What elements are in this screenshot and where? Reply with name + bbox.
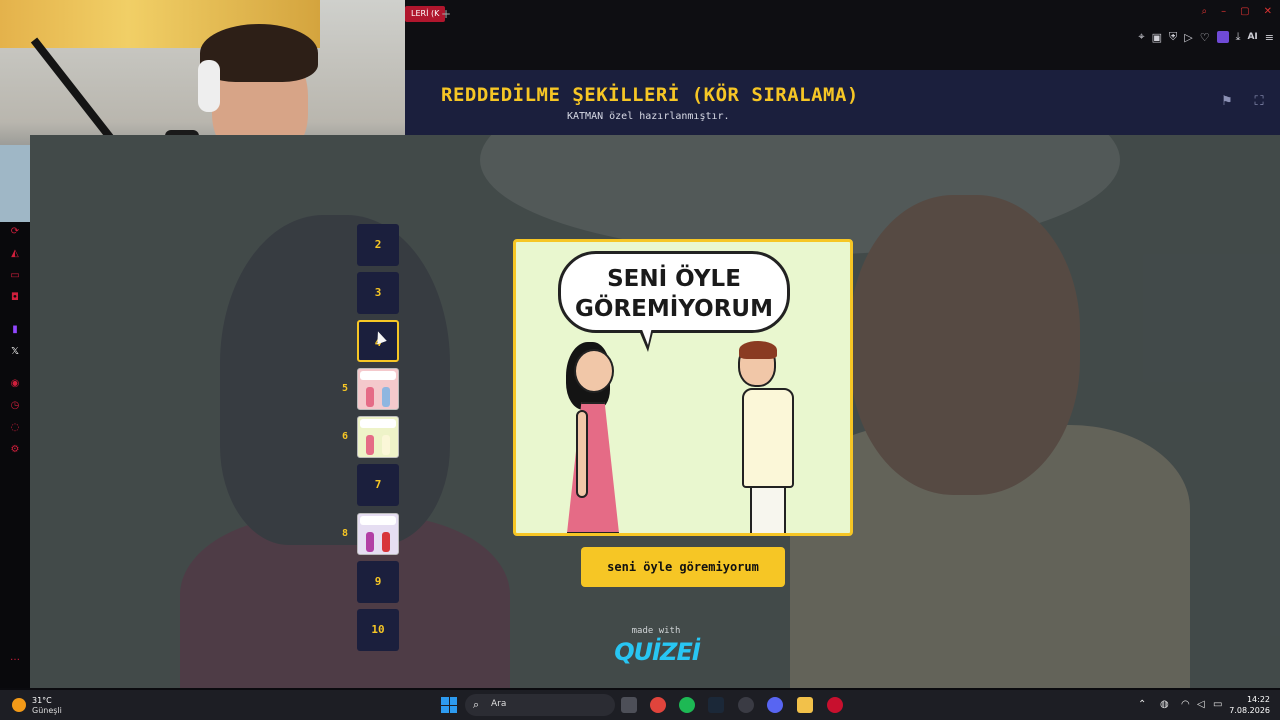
man-pants [750,486,786,533]
player-icon[interactable]: ◉ [9,378,21,390]
thumb-bubble [360,516,396,525]
thumb-man [382,532,390,552]
speech-bubble: SENİ ÖYLE GÖREMİYORUM [558,251,790,333]
rank-slot-9[interactable]: 9 [357,561,399,603]
clock-date[interactable]: 7.08.2026 [1229,706,1270,715]
search-icon[interactable]: ⌕ [1202,6,1208,17]
rank-slot-8[interactable] [357,513,399,555]
folder-icon[interactable] [797,697,813,713]
volume-icon[interactable]: ◁ [1197,699,1205,710]
download-icon[interactable]: ⤓ [1236,30,1241,44]
extension-icon[interactable] [1216,31,1229,43]
rank-number-8: 8 [341,528,349,539]
page-title: REDDEDİLME ŞEKİLLERİ (KÖR SIRALAMA) [441,84,859,106]
ai-button[interactable]: AI [1247,32,1257,42]
browser-sidebar: ⟳ ◭ ▭ ◘ ▮ 𝕏 ◉ ◷ ◌ ⚙ … [0,222,30,688]
settings-icon[interactable]: ⚙ [9,444,21,456]
steam-icon[interactable] [708,697,724,713]
rank-slot-6[interactable] [357,416,399,458]
rank-slot-2[interactable]: 2 [357,224,399,266]
x-icon[interactable]: 𝕏 [9,346,21,358]
twitch-icon[interactable]: ▮ [9,324,21,336]
play-icon[interactable]: ▷ [1184,31,1192,44]
more-icon[interactable]: … [9,652,21,664]
weather-sun-icon[interactable] [12,698,26,712]
weather-temp: 31°C [32,696,52,705]
bubble-icon[interactable]: ◌ [9,422,21,434]
search-icon: ⌕ [473,698,480,711]
minimize-icon[interactable]: – [1221,6,1226,17]
rank-slot-5[interactable] [357,368,399,410]
speech-text: SENİ ÖYLE GÖREMİYORUM [575,266,773,322]
taskbar: 31°C Güneşli ⌕ Ara ⌃ ◍ ◠ ◁ ▭ 14:22 7.08.… [0,690,1280,720]
thumb-man [382,387,390,407]
task-view-icon[interactable] [621,697,637,713]
headphone [198,60,220,112]
screen: LERİ (K + ⌕ – ▢ ✕ ⌖ ▣ ⛨ ▷ ♡ ⤓ AI ≡ ⟳ ◭ ▭… [0,0,1280,720]
quiz-header: REDDEDİLME ŞEKİLLERİ (KÖR SIRALAMA) KATM… [405,70,1280,135]
wifi-icon[interactable]: ◠ [1181,699,1190,710]
thumb-woman [366,435,374,455]
rank-number-5: 5 [341,383,349,394]
messenger-icon[interactable]: ◘ [9,292,21,304]
discord-icon[interactable] [767,697,783,713]
man-hair [739,341,777,359]
screenshot-icon[interactable]: ▣ [1152,31,1162,44]
rank-slot-10[interactable]: 10 [357,609,399,651]
spotify-icon[interactable] [679,697,695,713]
opera-gx-icon[interactable] [827,697,843,713]
browser-toolbar: LERİ (K + ⌕ – ▢ ✕ ⌖ ▣ ⛨ ▷ ♡ ⤓ AI ≡ [405,0,1280,70]
answer-button[interactable]: seni öyle göremiyorum [581,547,785,587]
windows-start-icon[interactable] [441,697,457,713]
brand-logo[interactable]: QUİZEİ [612,638,702,666]
rank-slot-3[interactable]: 3 [357,272,399,314]
shield-icon[interactable]: ⛨ [1169,30,1177,44]
woman-arm [576,410,588,498]
thumb-bubble [360,419,396,428]
fullscreen-icon[interactable]: ⛶ [1250,93,1268,111]
window-controls: ⌕ – ▢ ✕ [1202,6,1272,17]
thumb-woman [366,387,374,407]
heart-icon[interactable]: ♡ [1200,31,1210,44]
refresh-icon[interactable]: ⟳ [9,226,21,238]
made-with-label: made with [631,626,681,636]
close-icon[interactable]: ✕ [1264,6,1272,17]
woman-head [574,349,614,393]
clock-time[interactable]: 14:22 [1247,695,1270,704]
thumb-bubble [360,371,396,380]
page-subtitle: KATMAN özel hazırlanmıştır. [567,111,730,122]
search-placeholder: Ara [491,699,507,709]
rank-slot-7[interactable]: 7 [357,464,399,506]
chevron-up-icon[interactable]: ⌃ [1138,699,1146,710]
woman-dress [566,402,620,533]
browser-tab[interactable]: LERİ (K [405,6,446,22]
history-icon[interactable]: ◷ [9,400,21,412]
new-tab-button[interactable]: + [441,6,451,22]
bag-icon[interactable]: ◭ [9,248,21,260]
thumb-woman [366,532,374,552]
question-card: SENİ ÖYLE GÖREMİYORUM [513,239,853,536]
chrome-icon[interactable] [650,697,666,713]
speech-tail-inner [641,327,652,345]
menu-icon[interactable]: ≡ [1265,31,1274,44]
flag-icon[interactable]: ⚑ [1218,93,1236,111]
weather-desc: Güneşli [32,706,62,715]
thumb-man [382,435,390,455]
app-icon[interactable] [738,697,754,713]
battery-icon[interactable]: ▭ [1213,699,1222,710]
maximize-icon[interactable]: ▢ [1240,6,1249,17]
mic-icon[interactable]: ◍ [1160,699,1169,710]
chat-icon[interactable]: ▭ [9,270,21,282]
taskbar-search[interactable]: ⌕ Ara [465,694,615,716]
pin-icon[interactable]: ⌖ [1138,30,1144,44]
rank-number-6: 6 [341,431,349,442]
man-shirt [742,388,794,488]
browser-extensions: ⌖ ▣ ⛨ ▷ ♡ ⤓ AI ≡ [1138,30,1274,44]
